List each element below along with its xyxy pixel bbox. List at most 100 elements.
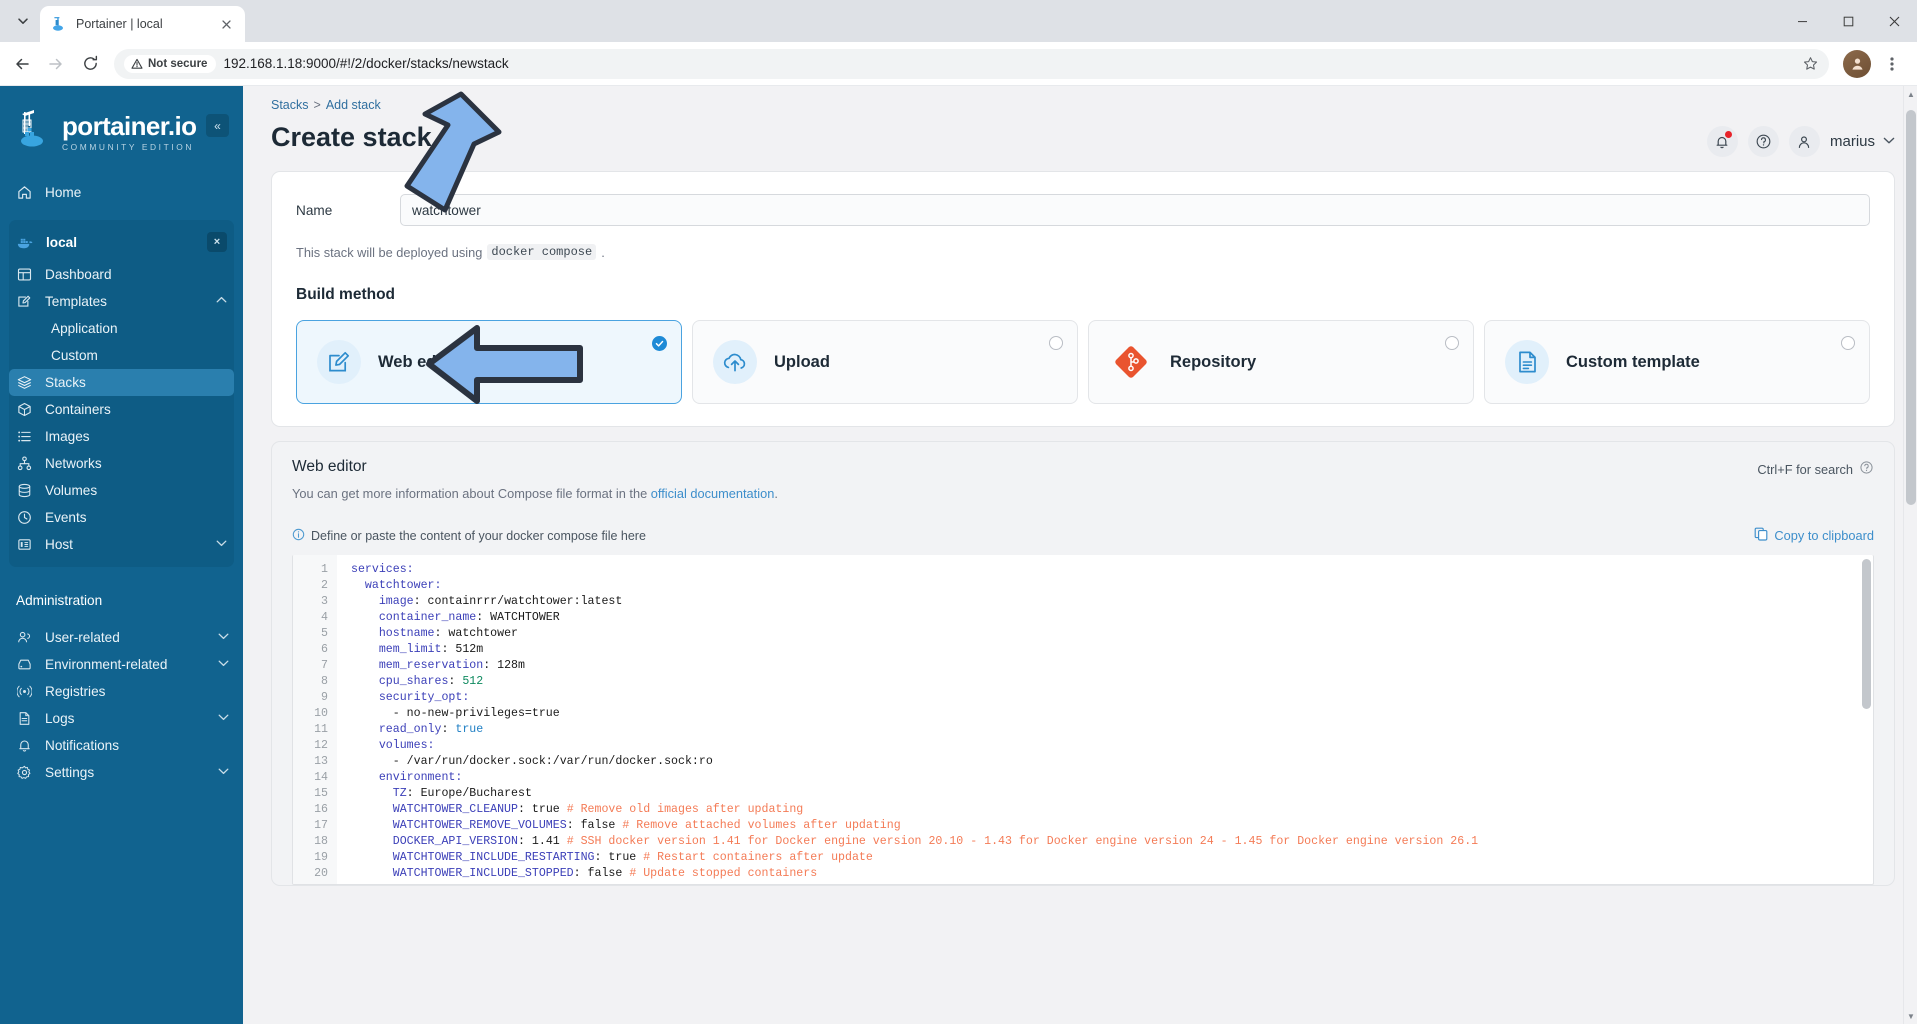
- code-line-number: 17: [314, 819, 328, 832]
- code-line[interactable]: hostname: watchtower: [351, 626, 1873, 642]
- sidebar-item-label: Notifications: [45, 738, 120, 753]
- sidebar-item-settings[interactable]: Settings: [0, 759, 243, 786]
- code-line[interactable]: WATCHTOWER_REMOVE_VOLUMES: false # Remov…: [351, 818, 1873, 834]
- sidebar-item-registries[interactable]: Registries: [0, 678, 243, 705]
- refresh-icon[interactable]: [442, 129, 459, 146]
- code-line[interactable]: DOCKER_API_VERSION: 1.41 # SSH docker ve…: [351, 834, 1873, 850]
- chevron-up-icon[interactable]: [216, 296, 227, 307]
- page-scrollbar-thumb[interactable]: [1906, 110, 1916, 505]
- tab-search-chevron-icon[interactable]: [6, 4, 40, 38]
- notifications-button[interactable]: [1706, 126, 1738, 157]
- code-line[interactable]: - no-new-privileges=true: [351, 706, 1873, 722]
- code-line-number: 2: [321, 579, 328, 592]
- sidebar-item-containers[interactable]: Containers: [9, 396, 234, 423]
- minimize-icon[interactable]: [1779, 0, 1825, 42]
- breadcrumb-stacks[interactable]: Stacks: [271, 98, 309, 112]
- code-line[interactable]: TZ: Europe/Bucharest: [351, 786, 1873, 802]
- sidebar-item-templates[interactable]: Templates: [9, 288, 234, 315]
- sidebar-item-images[interactable]: Images: [9, 423, 234, 450]
- reload-icon[interactable]: [74, 48, 106, 80]
- code-token: : containrrr/watchtower:latest: [413, 595, 623, 608]
- code-line[interactable]: mem_limit: 512m: [351, 642, 1873, 658]
- build-method-repository[interactable]: Repository: [1088, 320, 1474, 404]
- chevron-down-icon[interactable]: [218, 767, 229, 778]
- sidebar-item-events[interactable]: Events: [9, 504, 234, 531]
- chevron-down-icon[interactable]: [218, 713, 229, 724]
- stack-name-input[interactable]: [400, 194, 1870, 226]
- breadcrumb-add-stack[interactable]: Add stack: [326, 98, 381, 112]
- code-line[interactable]: environment:: [351, 770, 1873, 786]
- code-line[interactable]: container_name: WATCHTOWER: [351, 610, 1873, 626]
- star-icon[interactable]: [1797, 51, 1823, 77]
- sidebar-collapse-button[interactable]: «: [206, 114, 229, 137]
- code-line[interactable]: services:: [351, 562, 1873, 578]
- code-editor[interactable]: 1 2 3 4 5 6 7 8 9 10 11 12 13 14 15 16 17 18 19 20 services…: [292, 555, 1874, 885]
- address-bar[interactable]: Not secure 192.168.1.18:9000/#!/2/docker…: [114, 48, 1829, 79]
- profile-avatar-icon[interactable]: [1843, 49, 1871, 78]
- close-icon[interactable]: [1871, 0, 1917, 42]
- sidebar-item-templates-custom[interactable]: Custom: [9, 342, 234, 369]
- code-line[interactable]: watchtower:: [351, 578, 1873, 594]
- build-method-custom-template[interactable]: Custom template: [1484, 320, 1870, 404]
- chevron-down-icon[interactable]: [218, 632, 229, 643]
- code-line[interactable]: WATCHTOWER_INCLUDE_STOPPED: false # Upda…: [351, 866, 1873, 882]
- sidebar-environment-header[interactable]: local ×: [9, 227, 234, 257]
- chevron-down-icon[interactable]: [1883, 136, 1895, 148]
- sidebar-item-environment-related[interactable]: Environment-related: [0, 651, 243, 678]
- chevron-down-icon[interactable]: [216, 539, 227, 550]
- code-line[interactable]: security_opt:: [351, 690, 1873, 706]
- code-line[interactable]: volumes:: [351, 738, 1873, 754]
- code-token: : false: [573, 867, 630, 880]
- help-button[interactable]: [1747, 126, 1779, 157]
- code-token: image: [351, 595, 414, 608]
- code-line[interactable]: cpu_shares: 512: [351, 674, 1873, 690]
- sidebar-item-dashboard[interactable]: Dashboard: [9, 261, 234, 288]
- radio-selected-icon[interactable]: [652, 336, 667, 351]
- sidebar-item-networks[interactable]: Networks: [9, 450, 234, 477]
- forward-arrow-icon[interactable]: [40, 48, 72, 80]
- copy-to-clipboard-button[interactable]: Copy to clipboard: [1754, 527, 1874, 544]
- sidebar-item-stacks[interactable]: Stacks: [9, 369, 234, 396]
- code-scrollbar-thumb[interactable]: [1862, 559, 1871, 709]
- sidebar-item-notifications[interactable]: Notifications: [0, 732, 243, 759]
- code-line[interactable]: read_only: true: [351, 722, 1873, 738]
- sidebar-item-home[interactable]: Home: [0, 179, 243, 206]
- code-scrollbar[interactable]: [1862, 559, 1871, 859]
- user-menu[interactable]: marius: [1830, 133, 1895, 150]
- scroll-down-arrow-icon[interactable]: ▼: [1904, 1008, 1917, 1024]
- chevron-down-icon[interactable]: [218, 659, 229, 670]
- sidebar-item-host[interactable]: Host: [9, 531, 234, 558]
- back-arrow-icon[interactable]: [6, 48, 38, 80]
- tab-close-icon[interactable]: [217, 15, 235, 33]
- url-text[interactable]: 192.168.1.18:9000/#!/2/docker/stacks/new…: [223, 56, 1790, 71]
- maximize-icon[interactable]: [1825, 0, 1871, 42]
- three-dot-menu-icon[interactable]: [1877, 49, 1907, 79]
- code-line[interactable]: WATCHTOWER_INCLUDE_RESTARTING: true # Re…: [351, 850, 1873, 866]
- code-line[interactable]: - /var/run/docker.sock:/var/run/docker.s…: [351, 754, 1873, 770]
- help-circle-icon[interactable]: [1859, 460, 1874, 478]
- code-token: WATCHTOWER_REMOVE_VOLUMES: [351, 819, 567, 832]
- build-method-web-editor[interactable]: Web editor: [296, 320, 682, 404]
- radio-unselected-icon[interactable]: [1445, 336, 1459, 350]
- sidebar-item-user-related[interactable]: User-related: [0, 624, 243, 651]
- sidebar-item-templates-application[interactable]: Application: [9, 315, 234, 342]
- browser-tab[interactable]: Portainer | local: [40, 6, 245, 42]
- scroll-up-arrow-icon[interactable]: ▲: [1904, 86, 1917, 102]
- username-label: marius: [1829, 133, 1875, 150]
- user-avatar-button[interactable]: [1788, 126, 1820, 157]
- not-secure-badge[interactable]: Not secure: [124, 54, 217, 73]
- page-scrollbar[interactable]: ▲ ▼: [1903, 86, 1917, 1024]
- sidebar-environment-close-icon[interactable]: ×: [207, 232, 227, 252]
- code-line[interactable]: WATCHTOWER_CLEANUP: true # Remove old im…: [351, 802, 1873, 818]
- code-line[interactable]: mem_reservation: 128m: [351, 658, 1873, 674]
- environment-icon: [16, 657, 33, 672]
- sidebar-item-volumes[interactable]: Volumes: [9, 477, 234, 504]
- sidebar-logo[interactable]: portainer.io COMMUNITY EDITION «: [0, 86, 243, 157]
- sidebar-item-logs[interactable]: Logs: [0, 705, 243, 732]
- code-content[interactable]: services: watchtower: image: containrrr/…: [337, 555, 1873, 884]
- build-method-upload[interactable]: Upload: [692, 320, 1078, 404]
- radio-unselected-icon[interactable]: [1049, 336, 1063, 350]
- official-documentation-link[interactable]: official documentation: [651, 486, 775, 501]
- code-line[interactable]: image: containrrr/watchtower:latest: [351, 594, 1873, 610]
- radio-unselected-icon[interactable]: [1841, 336, 1855, 350]
